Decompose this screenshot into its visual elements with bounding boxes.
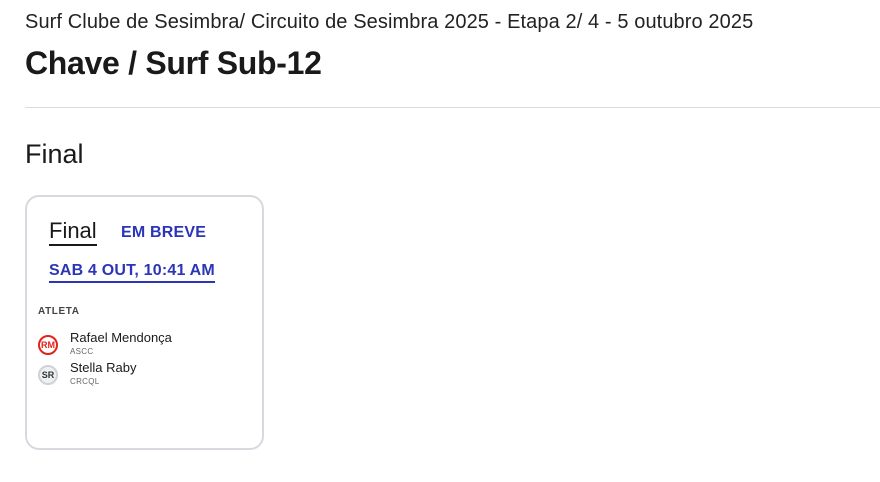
- event-title: Surf Clube de Sesimbra/ Circuito de Sesi…: [25, 11, 754, 33]
- divider: [25, 107, 880, 108]
- heat-time-link[interactable]: SAB 4 OUT, 10:41 AM: [49, 261, 215, 283]
- athlete-club: CRCQL: [70, 377, 100, 386]
- athlete-club: ASCC: [70, 347, 94, 356]
- athlete-avatar: RM: [38, 335, 58, 355]
- heat-card[interactable]: Final EM BREVE SAB 4 OUT, 10:41 AM ATLET…: [25, 195, 264, 450]
- athlete-row[interactable]: SR Stella Raby CRCQL: [38, 360, 248, 388]
- athlete-name: Stella Raby: [70, 360, 137, 375]
- page-title: Chave / Surf Sub-12: [25, 45, 322, 81]
- athletes-column-header: ATLETA: [38, 306, 80, 317]
- athlete-row[interactable]: RM Rafael Mendonça ASCC: [38, 330, 248, 358]
- heat-name-link[interactable]: Final: [49, 218, 97, 246]
- round-title: Final: [25, 139, 84, 169]
- heat-status-badge: EM BREVE: [121, 224, 207, 241]
- page: Surf Clube de Sesimbra/ Circuito de Sesi…: [0, 0, 880, 482]
- athlete-avatar: SR: [38, 365, 58, 385]
- athlete-name: Rafael Mendonça: [70, 330, 172, 345]
